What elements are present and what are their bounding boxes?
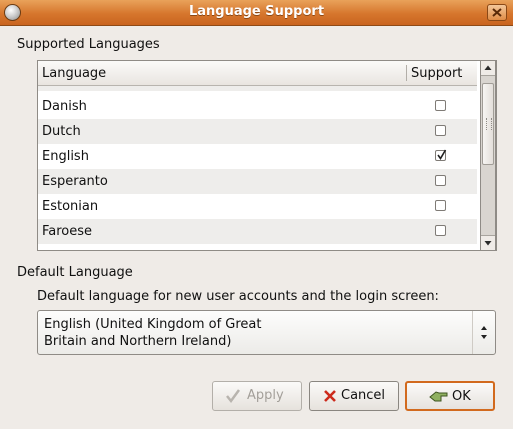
cancel-label: Cancel (341, 388, 386, 403)
column-header-support[interactable]: Support (411, 66, 462, 81)
language-name: Estonian (42, 199, 99, 214)
checkmark-icon (226, 389, 241, 404)
ok-button[interactable]: OK (405, 381, 495, 411)
supported-languages-heading: Supported Languages (17, 37, 160, 52)
table-row[interactable]: Dutch (38, 119, 477, 144)
column-separator (406, 65, 407, 81)
table-row[interactable]: Faroese (38, 219, 477, 244)
default-language-value: English (United Kingdom of Great Britain… (44, 316, 261, 350)
language-name: Dutch (42, 124, 81, 139)
support-checkbox[interactable] (435, 200, 446, 211)
default-language-description: Default language for new user accounts a… (37, 289, 439, 304)
scroll-down-icon (484, 241, 492, 246)
scroll-thumb[interactable] (482, 83, 494, 165)
cancel-button[interactable]: Cancel (309, 381, 399, 411)
default-language-line-2: Britain and Northern Ireland) (44, 334, 232, 349)
language-name: Esperanto (42, 174, 108, 189)
combo-arrows[interactable] (472, 311, 495, 354)
scroll-up-icon (484, 65, 492, 70)
scroll-grip (486, 118, 492, 130)
table-row[interactable]: Danish (38, 94, 477, 119)
language-list[interactable]: Language Support Danish Dutch English Es… (37, 60, 497, 251)
language-name: English (42, 149, 89, 164)
support-checkbox[interactable] (435, 175, 446, 186)
apply-button[interactable]: Apply (212, 381, 302, 411)
support-checkbox[interactable] (435, 225, 446, 236)
ok-label: OK (452, 389, 471, 404)
ok-hand-icon (429, 391, 448, 402)
language-name: Danish (42, 99, 87, 114)
default-language-combo[interactable]: English (United Kingdom of Great Britain… (37, 310, 496, 355)
table-row[interactable]: English (38, 144, 477, 169)
list-header: Language Support (38, 61, 477, 86)
table-row[interactable] (38, 86, 477, 91)
apply-label: Apply (247, 388, 284, 403)
title-bar: Language Support (0, 0, 513, 26)
scroll-up-button[interactable] (481, 61, 495, 76)
scroll-down-button[interactable] (481, 235, 495, 250)
cancel-x-icon (324, 390, 336, 402)
support-checkbox[interactable] (435, 125, 446, 136)
default-language-heading: Default Language (17, 265, 133, 280)
support-checkbox[interactable] (435, 100, 446, 111)
vertical-scrollbar[interactable] (480, 60, 496, 251)
window-title: Language Support (188, 4, 325, 19)
table-row[interactable]: Esperanto (38, 169, 477, 194)
column-header-language[interactable]: Language (42, 66, 106, 81)
language-rows: Danish Dutch English Esperanto Estonian … (38, 86, 477, 250)
checkmark-icon (437, 149, 447, 160)
language-name: Faroese (42, 224, 93, 239)
support-checkbox[interactable] (435, 149, 447, 161)
table-row[interactable]: Estonian (38, 194, 477, 219)
close-button[interactable] (487, 4, 507, 21)
close-icon (492, 8, 502, 17)
default-language-line-1: English (United Kingdom of Great (44, 317, 262, 332)
up-down-arrows-icon (481, 326, 487, 339)
